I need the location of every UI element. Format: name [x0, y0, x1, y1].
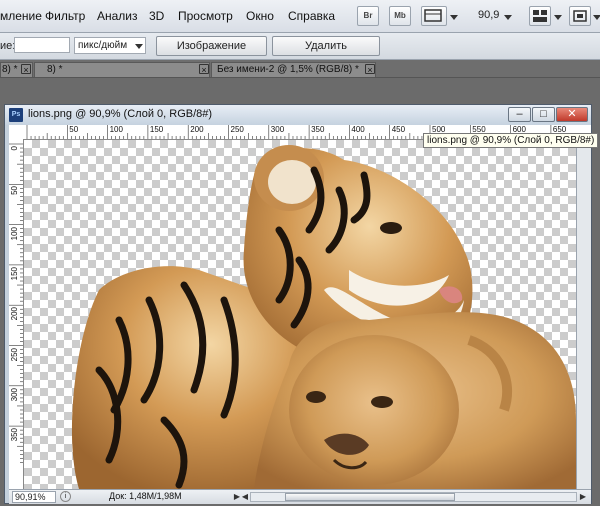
- zoom-field[interactable]: 90,91%: [12, 491, 56, 503]
- status-info-icon[interactable]: i: [60, 491, 71, 502]
- screen-mode-dropdown-icon[interactable]: [593, 15, 600, 20]
- ruler-tick-label: 0: [10, 146, 19, 151]
- tab-label: 8) *: [47, 64, 63, 75]
- canvas[interactable]: [24, 140, 576, 489]
- ruler-tick-label: 200: [10, 307, 19, 321]
- menu-item-3d[interactable]: 3D: [149, 9, 164, 23]
- ruler-tick-label: 350: [10, 428, 19, 442]
- ruler-tick-label: 250: [10, 347, 19, 361]
- ruler-tick-label: 100: [109, 125, 123, 134]
- delete-button[interactable]: Удалить: [272, 36, 380, 56]
- minibridge-icon[interactable]: Mb: [389, 6, 411, 26]
- options-bar: ие: пикс/дюйм Изображение Удалить: [0, 33, 600, 60]
- zoom-dropdown-icon[interactable]: [504, 15, 512, 20]
- tab-document-0[interactable]: 8) * ×: [0, 62, 33, 77]
- vertical-ruler[interactable]: 0 50 100 150 200 250 300 350: [9, 139, 24, 489]
- ruler-tick-label: 150: [10, 266, 19, 281]
- menu-item-help[interactable]: Справка: [288, 9, 335, 23]
- ruler-tick-label: 50: [10, 186, 19, 196]
- document-tabs: 8) * × 8) * × Без имени-2 @ 1,5% (RGB/8)…: [0, 60, 600, 78]
- title-tooltip: lions.png @ 90,9% (Слой 0, RGB/8#): [423, 133, 599, 148]
- tab-label: Без имени-2 @ 1,5% (RGB/8) *: [217, 64, 359, 75]
- menu-bar: мление Фильтр Анализ 3D Просмотр Окно Сп…: [0, 0, 600, 33]
- screen-mode-icon[interactable]: [569, 6, 591, 26]
- document-window: Ps lions.png @ 90,9% (Слой 0, RGB/8#) – …: [4, 104, 592, 504]
- screen-mode-glyph: [573, 10, 587, 22]
- arrange-glyph: [533, 10, 547, 22]
- ruler-tick-label: 300: [10, 387, 19, 402]
- horizontal-scrollbar[interactable]: [250, 492, 577, 502]
- view-extras-dropdown-icon[interactable]: [450, 15, 458, 20]
- ruler-tick-label: 400: [351, 125, 365, 134]
- ruler-origin[interactable]: [9, 125, 24, 140]
- ruler-tick-label: 300: [270, 125, 285, 134]
- document-titlebar[interactable]: Ps lions.png @ 90,9% (Слой 0, RGB/8#) – …: [5, 105, 591, 125]
- menu-item-window[interactable]: Окно: [246, 9, 274, 23]
- ruler-tick-label: 100: [10, 226, 19, 240]
- units-select[interactable]: пикс/дюйм: [74, 37, 146, 54]
- view-extras-icon[interactable]: [421, 6, 447, 26]
- view-extras-glyph: [424, 9, 442, 22]
- tab-document-2[interactable]: Без имени-2 @ 1,5% (RGB/8) * ×: [211, 62, 376, 77]
- photoshop-icon: Ps: [9, 108, 23, 122]
- horizontal-scroll-thumb[interactable]: [285, 493, 455, 501]
- tab-document-1[interactable]: 8) * ×: [34, 62, 210, 77]
- document-size-info: Док: 1,48M/1,98M: [109, 491, 182, 501]
- ruler-tick-label: 150: [149, 125, 164, 134]
- chevron-down-icon: [135, 44, 143, 49]
- tab-label: 8) *: [2, 64, 18, 75]
- resolution-input[interactable]: [14, 37, 70, 53]
- ruler-tick-label: 250: [230, 125, 244, 134]
- maximize-icon[interactable]: □: [532, 107, 555, 122]
- close-icon[interactable]: ×: [365, 64, 375, 75]
- menu-item-analysis[interactable]: Анализ: [97, 9, 138, 23]
- units-select-value: пикс/дюйм: [78, 40, 128, 51]
- close-icon[interactable]: ✕: [556, 107, 588, 122]
- close-icon[interactable]: ×: [199, 64, 209, 75]
- arrange-icon[interactable]: [529, 6, 551, 26]
- ruler-tick-label: 350: [311, 125, 325, 134]
- minimize-icon[interactable]: –: [508, 107, 531, 122]
- close-icon[interactable]: ×: [21, 64, 31, 75]
- ruler-tick-label: 50: [69, 125, 79, 134]
- image-button[interactable]: Изображение: [156, 36, 267, 56]
- lions-image: [71, 145, 576, 489]
- vertical-scrollbar[interactable]: [576, 140, 591, 489]
- ruler-tick-label: 200: [190, 125, 204, 134]
- menu-item-image[interactable]: мление: [0, 9, 42, 23]
- arrange-dropdown-icon[interactable]: [554, 15, 562, 20]
- menu-item-filter[interactable]: Фильтр: [45, 9, 85, 23]
- bridge-icon[interactable]: Br: [357, 6, 379, 26]
- zoom-level-readout[interactable]: 90,9: [478, 9, 499, 21]
- menu-item-view[interactable]: Просмотр: [178, 9, 233, 23]
- document-title: lions.png @ 90,9% (Слой 0, RGB/8#): [28, 108, 213, 120]
- ruler-tick-label: 450: [391, 125, 406, 134]
- scroll-right-arrow-icon[interactable]: ▶: [577, 491, 589, 503]
- status-bar: 90,91% i Док: 1,48M/1,98M ▶ ◀ ▶: [9, 489, 591, 504]
